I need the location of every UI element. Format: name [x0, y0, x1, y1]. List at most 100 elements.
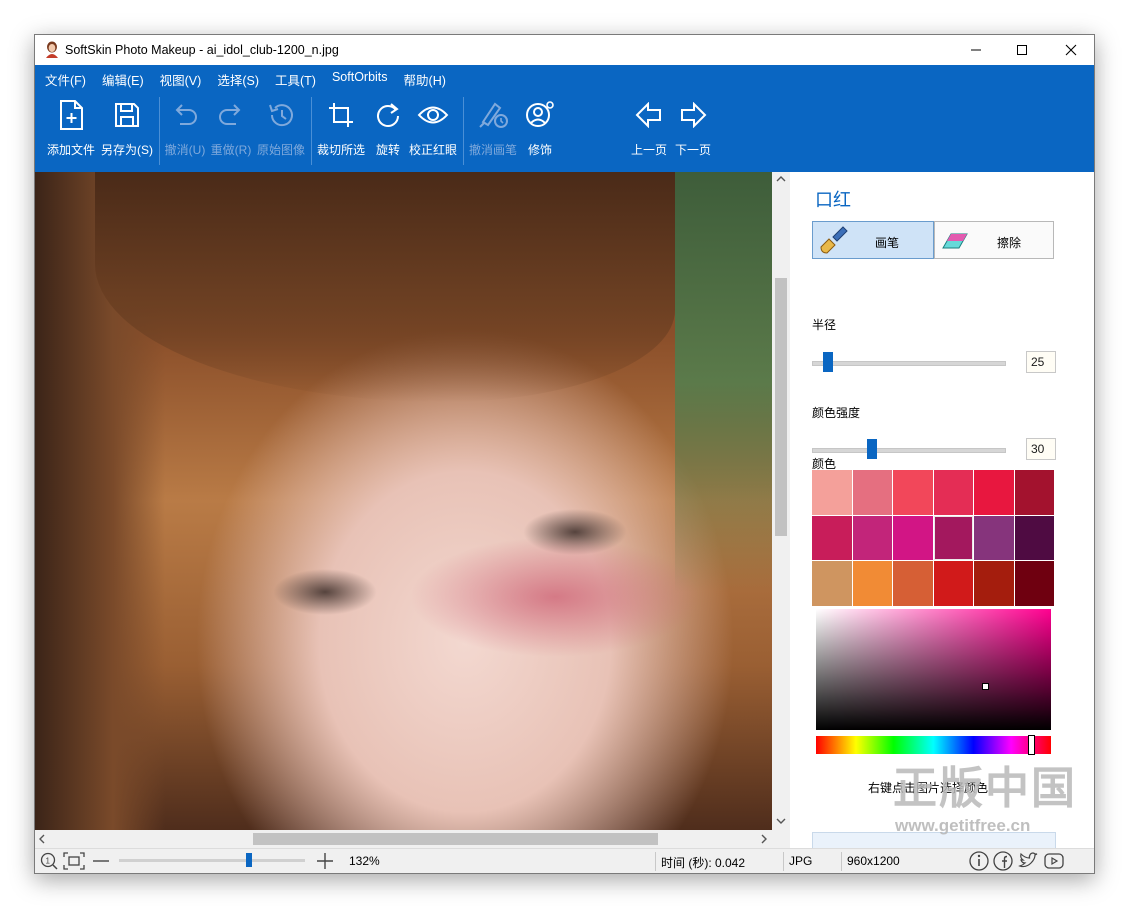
- red-eye-button[interactable]: 校正红眼: [407, 93, 459, 163]
- watermark-url: www.getitfree.cn: [895, 816, 1031, 835]
- vertical-scrollbar[interactable]: [772, 172, 790, 830]
- color-swatch[interactable]: [933, 515, 973, 561]
- radius-slider[interactable]: [812, 352, 1006, 372]
- file-format: JPG: [789, 854, 813, 868]
- zoom-level: 132%: [349, 854, 380, 868]
- menu-edit[interactable]: 编辑(E): [102, 70, 144, 89]
- toolbar-divider: [311, 97, 312, 165]
- erase-mode-button[interactable]: 擦除: [934, 221, 1054, 259]
- menu-softorbits[interactable]: SoftOrbits: [332, 70, 388, 89]
- add-file-icon: [45, 93, 97, 137]
- color-swatch[interactable]: [1014, 470, 1054, 515]
- status-divider: [783, 852, 784, 871]
- toolbar-divider: [159, 97, 160, 165]
- color-swatch[interactable]: [812, 561, 852, 606]
- image-canvas[interactable]: [35, 172, 772, 830]
- undo-button[interactable]: 撤消(U): [163, 93, 207, 163]
- crop-icon: [315, 93, 367, 137]
- intensity-value-field[interactable]: 30: [1026, 438, 1056, 460]
- rotate-icon: [371, 93, 405, 137]
- redo-icon: [209, 93, 253, 137]
- color-swatch[interactable]: [974, 470, 1014, 515]
- color-swatch[interactable]: [933, 561, 973, 606]
- previous-page-button[interactable]: 上一页: [627, 93, 671, 163]
- radius-label: 半径: [812, 318, 837, 332]
- status-divider: [841, 852, 842, 871]
- app-window: SoftSkin Photo Makeup - ai_idol_club-120…: [34, 34, 1095, 874]
- vertical-scroll-thumb[interactable]: [775, 278, 787, 536]
- twitter-icon[interactable]: [1017, 850, 1039, 872]
- youtube-icon[interactable]: [1043, 850, 1065, 872]
- color-swatch[interactable]: [933, 470, 973, 515]
- color-swatch[interactable]: [974, 515, 1014, 561]
- color-swatch[interactable]: [852, 561, 892, 606]
- intensity-slider[interactable]: [812, 439, 1006, 459]
- photo-background: [675, 172, 772, 592]
- menu-help[interactable]: 帮助(H): [404, 70, 446, 89]
- fit-to-window-icon[interactable]: [63, 852, 85, 870]
- color-swatch[interactable]: [974, 561, 1014, 606]
- arrow-right-icon: [671, 93, 715, 137]
- zoom-slider[interactable]: [119, 859, 305, 862]
- color-swatch[interactable]: [893, 561, 933, 606]
- intensity-slider-thumb[interactable]: [867, 439, 877, 459]
- scroll-right-icon[interactable]: [757, 830, 771, 848]
- menu-select[interactable]: 选择(S): [217, 70, 259, 89]
- horizontal-scrollbar[interactable]: [35, 830, 772, 848]
- brush-mode-button[interactable]: 画笔: [812, 221, 934, 259]
- color-swatch-grid: [812, 470, 1054, 606]
- undo-brush-button[interactable]: 撤消画笔: [467, 93, 519, 163]
- color-swatch[interactable]: [852, 470, 892, 515]
- minimize-button[interactable]: [953, 35, 999, 65]
- arrow-left-icon: [627, 93, 671, 137]
- color-saturation-picker[interactable]: [816, 609, 1051, 730]
- original-image-button[interactable]: 原始图像: [255, 93, 307, 163]
- menu-view[interactable]: 视图(V): [160, 70, 202, 89]
- scroll-left-icon[interactable]: [35, 830, 49, 848]
- color-swatch[interactable]: [893, 515, 933, 561]
- horizontal-scroll-thumb[interactable]: [253, 833, 658, 845]
- menu-tools[interactable]: 工具(T): [275, 70, 316, 89]
- photo-bangs: [95, 172, 675, 402]
- retouch-button[interactable]: 修饰: [523, 93, 557, 163]
- zoom-actual-size-icon[interactable]: 1: [40, 852, 58, 870]
- eye-icon: [407, 93, 459, 137]
- info-icon[interactable]: [968, 850, 990, 872]
- panel-title: 口红: [815, 190, 851, 210]
- zoom-out-icon[interactable]: [92, 852, 110, 870]
- next-page-button[interactable]: 下一页: [671, 93, 715, 163]
- color-swatch[interactable]: [1014, 561, 1054, 606]
- toolbar-ribbon: 文件(F) 编辑(E) 视图(V) 选择(S) 工具(T) SoftOrbits…: [35, 65, 1094, 172]
- crop-button[interactable]: 裁切所选: [315, 93, 367, 163]
- status-bar: 1 132% 时间 (秒): 0.042 JPG 960x1200: [35, 848, 1094, 873]
- undo-icon: [163, 93, 207, 137]
- zoom-in-icon[interactable]: [316, 852, 334, 870]
- color-swatch[interactable]: [1014, 515, 1054, 561]
- color-swatch[interactable]: [852, 515, 892, 561]
- scroll-up-icon[interactable]: [772, 172, 790, 186]
- color-swatch[interactable]: [893, 470, 933, 515]
- retouch-face-icon: [523, 93, 557, 137]
- color-swatch[interactable]: [812, 470, 852, 515]
- save-as-button[interactable]: 另存为(S): [99, 93, 155, 163]
- radius-value-field[interactable]: 25: [1026, 351, 1056, 373]
- color-swatch[interactable]: [812, 515, 852, 561]
- intensity-label: 颜色强度: [812, 406, 861, 420]
- color-picker-marker[interactable]: [982, 683, 989, 690]
- maximize-button[interactable]: [999, 35, 1045, 65]
- facebook-icon[interactable]: [992, 850, 1014, 872]
- save-icon: [99, 93, 155, 137]
- radius-slider-thumb[interactable]: [823, 352, 833, 372]
- close-button[interactable]: [1048, 35, 1094, 65]
- menu-bar: 文件(F) 编辑(E) 视图(V) 选择(S) 工具(T) SoftOrbits…: [45, 70, 446, 89]
- redo-button[interactable]: 重做(R): [209, 93, 253, 163]
- history-icon: [255, 93, 307, 137]
- eraser-icon: [942, 233, 968, 249]
- window-title: SoftSkin Photo Makeup - ai_idol_club-120…: [65, 43, 339, 57]
- rotate-button[interactable]: 旋转: [371, 93, 405, 163]
- watermark-title: 正版中国: [893, 764, 1077, 813]
- menu-file[interactable]: 文件(F): [45, 70, 86, 89]
- zoom-slider-thumb[interactable]: [246, 853, 253, 867]
- add-file-button[interactable]: 添加文件: [45, 93, 97, 163]
- scroll-down-icon[interactable]: [772, 814, 790, 828]
